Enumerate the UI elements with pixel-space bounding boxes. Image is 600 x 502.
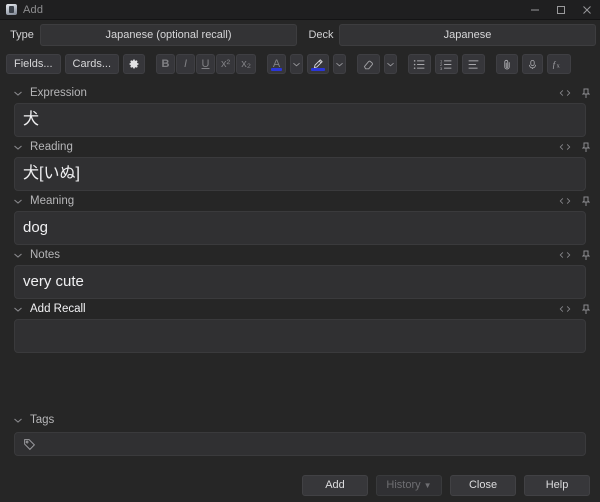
eraser-chevron-down-icon[interactable]: [383, 54, 397, 74]
underline-button[interactable]: U: [196, 54, 216, 74]
fx-equation-icon[interactable]: f x: [546, 54, 571, 74]
window-controls: [522, 0, 600, 19]
pin-icon[interactable]: [582, 196, 590, 207]
field-input-expression[interactable]: 犬: [14, 103, 586, 137]
field-add-recall: Add Recall: [0, 299, 600, 353]
tag-icon: [23, 438, 36, 451]
pin-icon[interactable]: [582, 88, 590, 99]
field-name: Meaning: [30, 195, 75, 207]
svg-text:3: 3: [440, 65, 443, 69]
add-button[interactable]: Add: [302, 474, 368, 496]
paperclip-icon[interactable]: [495, 54, 518, 74]
chevron-down-icon: ▼: [423, 480, 432, 490]
field-name: Reading: [30, 141, 73, 153]
anki-icon: [6, 4, 17, 15]
dialog-button-bar: Add History ▼ Close Help: [0, 468, 600, 502]
gear-icon[interactable]: [123, 54, 146, 74]
field-header: Add Recall: [0, 299, 600, 319]
close-icon[interactable]: [574, 0, 600, 19]
field-name: Notes: [30, 249, 61, 261]
field-input-notes[interactable]: very cute: [14, 265, 586, 299]
field-meaning: Meaning dog: [0, 191, 600, 245]
highlighter-pen-icon[interactable]: [306, 54, 329, 74]
tags-header: Tags: [0, 410, 600, 430]
superscript-button[interactable]: x²: [216, 54, 236, 74]
field-header-icons: [559, 142, 590, 153]
chevron-down-icon[interactable]: [14, 145, 24, 150]
minimize-icon[interactable]: [522, 0, 548, 19]
window-title: Add: [23, 3, 44, 16]
text-align-icon[interactable]: [461, 54, 485, 74]
pin-icon[interactable]: [582, 250, 590, 261]
text-color-button[interactable]: A: [266, 54, 286, 74]
chevron-down-icon[interactable]: [14, 307, 24, 312]
field-name: Add Recall: [30, 303, 86, 315]
field-expression: Expression 犬: [0, 83, 600, 137]
notetype-button[interactable]: Japanese (optional recall): [40, 24, 297, 46]
svg-text:x: x: [557, 63, 561, 70]
highlight-swatch: [310, 68, 325, 71]
cards-button[interactable]: Cards...: [64, 54, 120, 74]
html-code-icon[interactable]: [559, 197, 571, 205]
pin-icon[interactable]: [582, 304, 590, 315]
text-color-chevron-down-icon[interactable]: [289, 54, 303, 74]
tags-label: Tags: [30, 414, 55, 426]
chevron-down-icon[interactable]: [14, 418, 24, 423]
html-code-icon[interactable]: [559, 305, 571, 313]
field-input-add-recall[interactable]: [14, 319, 586, 353]
chevron-down-icon[interactable]: [14, 199, 24, 204]
editor-toolbar: Fields... Cards... B I U x² x₂ A 1 2 3 f…: [6, 53, 594, 75]
fields-button[interactable]: Fields...: [6, 54, 61, 74]
field-header-icons: [559, 304, 590, 315]
history-label: History: [386, 479, 421, 491]
field-header: Notes: [0, 245, 600, 265]
text-format-group: B I U x² x₂: [156, 54, 256, 74]
type-deck-row: Type Japanese (optional recall) Deck Jap…: [4, 23, 596, 47]
html-code-icon[interactable]: [559, 251, 571, 259]
tags-section: Tags: [0, 410, 600, 456]
help-button[interactable]: Help: [524, 474, 590, 496]
italic-button[interactable]: I: [176, 54, 196, 74]
maximize-icon[interactable]: [548, 0, 574, 19]
html-code-icon[interactable]: [559, 89, 571, 97]
bullet-list-icon[interactable]: [407, 54, 431, 74]
field-reading: Reading 犬[いぬ]: [0, 137, 600, 191]
field-header-icons: [559, 88, 590, 99]
chevron-down-icon[interactable]: [14, 253, 24, 258]
chevron-down-icon[interactable]: [14, 91, 24, 96]
field-input-reading[interactable]: 犬[いぬ]: [14, 157, 586, 191]
field-header: Meaning: [0, 191, 600, 211]
field-input-meaning[interactable]: dog: [14, 211, 586, 245]
field-header: Expression: [0, 83, 600, 103]
pin-icon[interactable]: [582, 142, 590, 153]
bold-button[interactable]: B: [156, 54, 176, 74]
subscript-button[interactable]: x₂: [236, 54, 256, 74]
close-button[interactable]: Close: [450, 474, 516, 496]
field-notes: Notes very cute: [0, 245, 600, 299]
highlight-chevron-down-icon[interactable]: [332, 54, 346, 74]
field-header-icons: [559, 250, 590, 261]
fields-list: Expression 犬 Reading 犬[いぬ] Meaning dog N…: [0, 83, 600, 353]
deck-button[interactable]: Japanese: [339, 24, 596, 46]
field-header: Reading: [0, 137, 600, 157]
microphone-icon[interactable]: [521, 54, 543, 74]
deck-label: Deck: [308, 29, 334, 41]
html-code-icon[interactable]: [559, 143, 571, 151]
numbered-list-icon[interactable]: 1 2 3: [434, 54, 458, 74]
field-header-icons: [559, 196, 590, 207]
notetype-label: Type: [10, 29, 34, 41]
tags-input[interactable]: [14, 432, 586, 456]
eraser-icon[interactable]: [356, 54, 380, 74]
title-bar: Add: [0, 0, 600, 20]
text-color-swatch: [270, 68, 282, 71]
field-name: Expression: [30, 87, 87, 99]
history-button[interactable]: History ▼: [376, 474, 442, 496]
